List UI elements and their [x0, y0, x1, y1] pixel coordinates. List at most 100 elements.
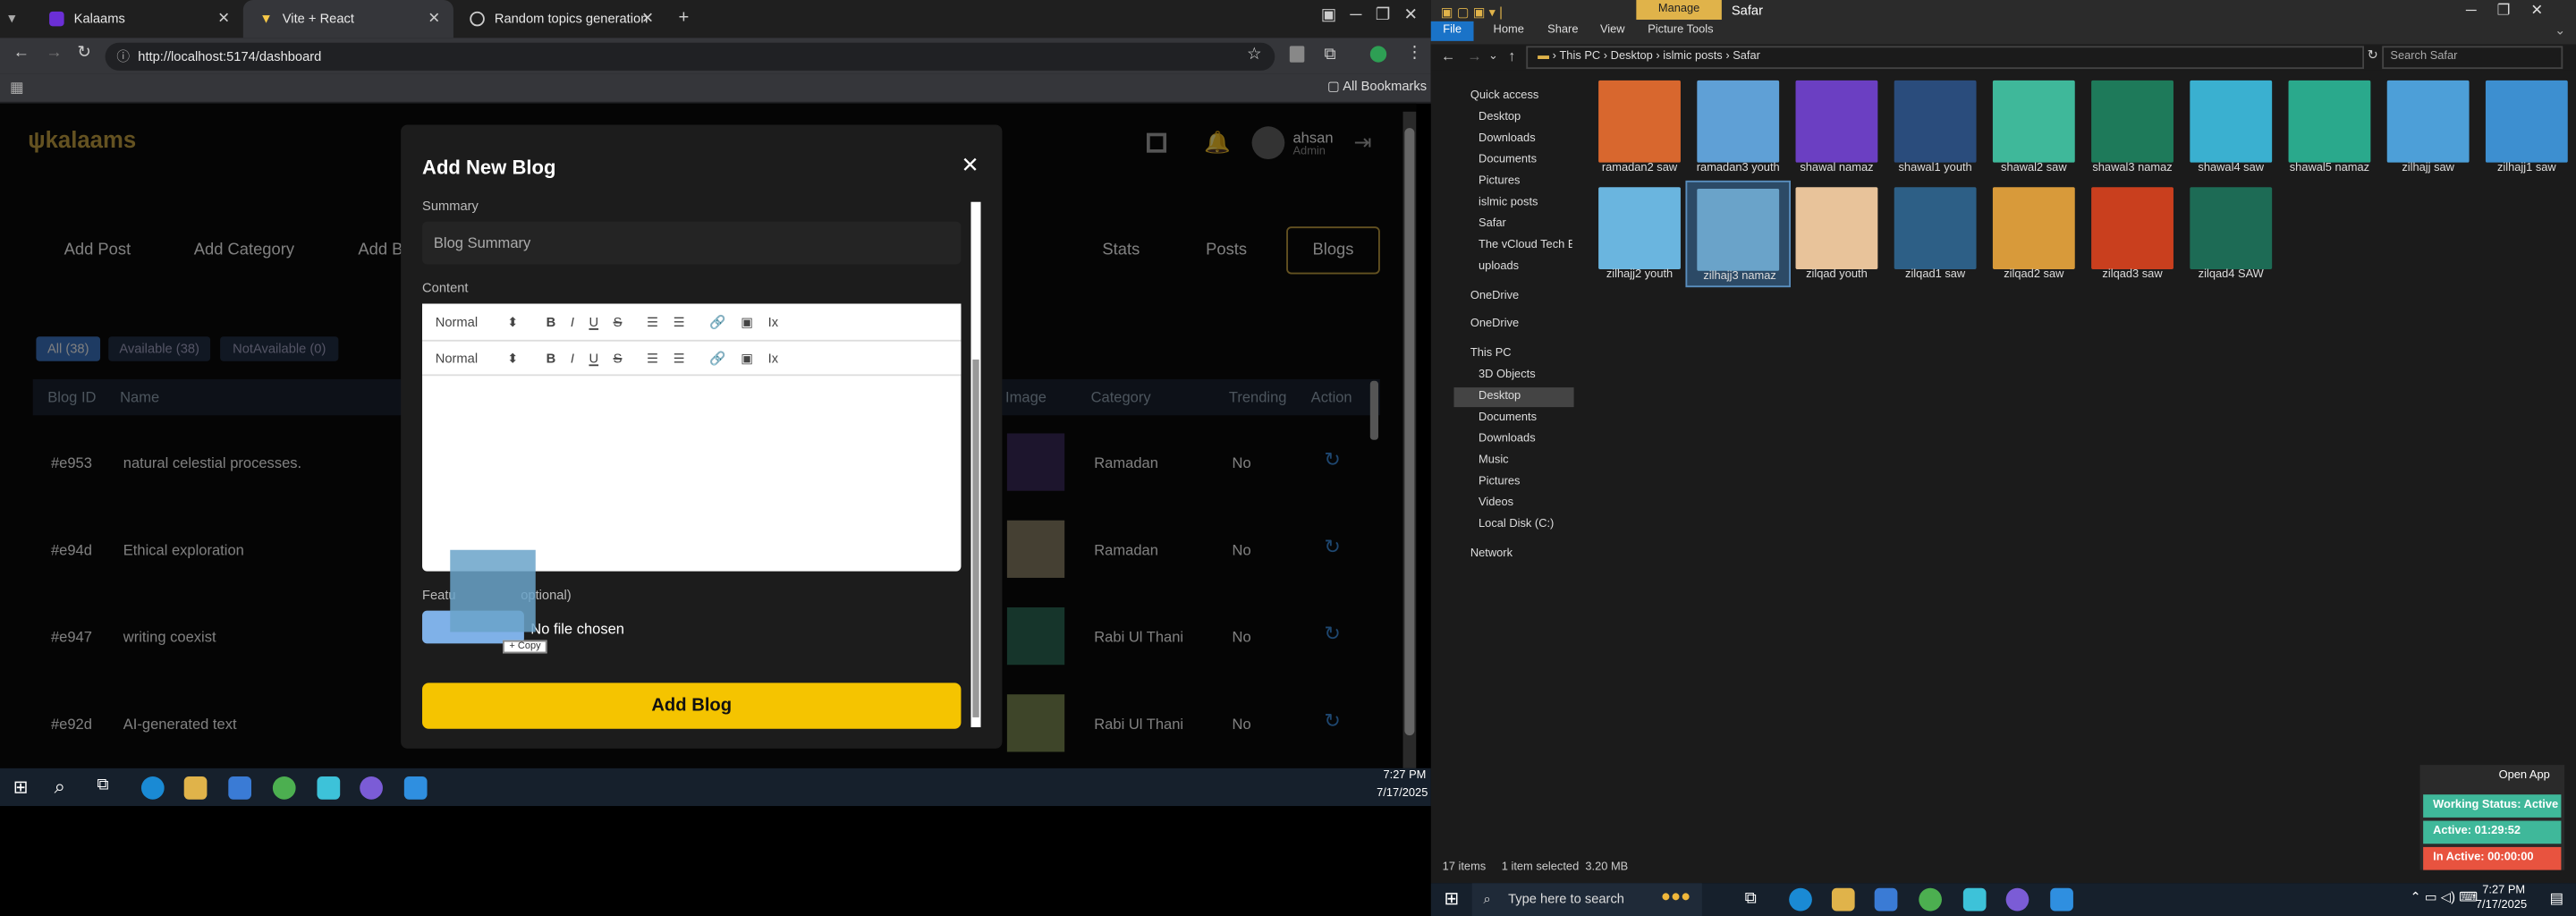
bold-icon[interactable]: B — [547, 314, 556, 329]
nav-item[interactable]: Pictures — [1479, 175, 1520, 187]
up-icon[interactable]: ↑ — [1508, 47, 1515, 64]
close-tab-icon[interactable]: ✕ — [217, 10, 230, 28]
file-item[interactable]: shawal5 namaz — [2277, 74, 2383, 174]
tab-menu-icon[interactable]: ▾ — [8, 10, 15, 28]
forward-icon[interactable]: → — [1467, 47, 1482, 64]
tab-vite-react[interactable]: ▼ Vite + React ✕ — [242, 0, 453, 38]
notification-icon[interactable]: ▤ — [2550, 890, 2564, 908]
file-item[interactable]: shawal3 namaz — [2080, 74, 2185, 174]
nav-item[interactable]: Downloads — [1479, 433, 1536, 445]
bookmark-star-icon[interactable]: ☆ — [1247, 46, 1261, 64]
file-item[interactable]: zilqad2 saw — [1981, 181, 2087, 281]
extensions-icon[interactable]: ⧉ — [1324, 46, 1335, 64]
close-tab-icon[interactable]: ✕ — [428, 10, 440, 28]
chrome-menu-icon[interactable]: ⋮ — [1406, 45, 1422, 63]
profile-avatar[interactable] — [1369, 46, 1387, 63]
image-icon[interactable]: ▣ — [741, 314, 753, 329]
ribbon-expand-icon[interactable]: ⌄ — [2555, 23, 2565, 38]
file-item[interactable]: shawal2 saw — [1981, 74, 2087, 174]
modal-scroll-thumb[interactable] — [972, 359, 979, 717]
store-icon[interactable] — [1874, 887, 1898, 912]
file-explorer-icon[interactable] — [1831, 887, 1855, 912]
minimize-icon[interactable]: ─ — [2466, 2, 2477, 18]
summary-input[interactable]: Blog Summary — [422, 221, 962, 265]
file-menu[interactable]: File — [1430, 21, 1474, 41]
file-item[interactable]: zilqad1 saw — [1883, 181, 1988, 281]
nav-onedrive[interactable]: OneDrive — [1470, 291, 1519, 302]
underline-icon[interactable]: U — [589, 351, 598, 366]
windows-start-icon[interactable]: ⊞ — [13, 776, 29, 798]
back-icon[interactable]: ← — [1441, 47, 1456, 64]
github-icon[interactable] — [360, 776, 383, 800]
app-icon[interactable] — [1962, 887, 1987, 912]
link-icon[interactable]: 🔗 — [709, 351, 725, 366]
home-menu[interactable]: Home — [1494, 25, 1524, 37]
file-item[interactable]: zilqad3 saw — [2080, 181, 2185, 281]
file-item[interactable]: shawal namaz — [1784, 74, 1890, 174]
close-window-icon[interactable]: ✕ — [2530, 2, 2543, 18]
page-scroll-thumb[interactable] — [1404, 128, 1415, 736]
edge-icon[interactable] — [140, 776, 165, 800]
nav-item[interactable]: Safar — [1479, 218, 1506, 230]
tab-kalaams[interactable]: Kalaams ✕ — [33, 0, 243, 38]
ordered-list-icon[interactable]: ☰ — [647, 314, 658, 329]
store-icon[interactable] — [228, 776, 252, 800]
maximize-icon[interactable]: ❐ — [2497, 2, 2511, 18]
nav-item[interactable]: islmic posts — [1479, 197, 1538, 208]
nav-item[interactable]: Downloads — [1479, 133, 1536, 145]
file-item[interactable]: shawal1 youth — [1883, 74, 1988, 174]
nav-item[interactable]: Pictures — [1479, 476, 1520, 488]
file-item-selected[interactable]: zilhajj3 namaz — [1685, 180, 1792, 288]
file-item[interactable]: zilhajj2 youth — [1587, 181, 1692, 281]
nav-item[interactable]: Music — [1479, 454, 1509, 466]
ordered-list-icon[interactable]: ☰ — [647, 351, 658, 366]
format-dropdown-icon[interactable]: ⬍ — [507, 351, 518, 366]
forward-icon[interactable]: → — [46, 45, 62, 63]
format-dropdown-icon[interactable]: ⬍ — [507, 314, 518, 329]
format-select[interactable]: Normal — [436, 314, 478, 329]
search-icon[interactable]: ⌕ — [55, 775, 65, 800]
bullet-list-icon[interactable]: ☰ — [674, 314, 685, 329]
crumb[interactable]: islmic posts — [1663, 51, 1722, 63]
view-menu[interactable]: View — [1600, 25, 1625, 37]
apps-grid-icon[interactable]: ▦ — [10, 79, 24, 97]
extension-puzzle-icon[interactable] — [1289, 46, 1305, 63]
file-item[interactable]: ramadan2 saw — [1587, 74, 1692, 174]
italic-icon[interactable]: I — [571, 351, 574, 366]
crumb[interactable]: Desktop — [1611, 51, 1653, 63]
image-icon[interactable]: ▣ — [741, 351, 753, 366]
italic-icon[interactable]: I — [571, 314, 574, 329]
quick-access-toolbar[interactable]: ▣ ▢ ▣ ▾ | — [1441, 5, 1503, 21]
content-editor[interactable]: Normal ⬍ B I U S ☰ ☰ 🔗 ▣ Ix Normal ⬍ B I U S ☰ ☰ 🔗 ▣ Ix — [422, 303, 962, 572]
task-view-icon[interactable]: ⧉ — [1745, 890, 1757, 908]
nav-item[interactable]: Videos — [1479, 497, 1513, 509]
nav-this-pc[interactable]: This PC — [1470, 348, 1512, 360]
nav-network[interactable]: Network — [1470, 548, 1513, 560]
nav-item[interactable]: 3D Objects — [1479, 369, 1536, 381]
format-select[interactable]: Normal — [436, 351, 478, 366]
clear-format-icon[interactable]: Ix — [768, 314, 778, 329]
back-icon[interactable]: ← — [13, 45, 30, 63]
edge-icon[interactable] — [1789, 887, 1812, 912]
file-item[interactable]: zilhajj1 saw — [2474, 74, 2576, 174]
nav-item[interactable]: Documents — [1479, 412, 1537, 424]
url-bar[interactable]: ⓘ http://localhost:5174/dashboard — [105, 42, 1275, 71]
page-scrollbar[interactable] — [1402, 111, 1417, 768]
github-icon[interactable] — [2005, 887, 2029, 912]
close-window-icon[interactable]: ✕ — [1404, 6, 1418, 24]
explorer-breadcrumb[interactable]: ▬ › This PC › Desktop › islmic posts › S… — [1526, 46, 2365, 70]
nav-quick-access[interactable]: Quick access — [1470, 90, 1538, 102]
file-item[interactable]: zilqad4 SAW — [2178, 181, 2284, 281]
modal-scrollbar[interactable] — [970, 201, 981, 727]
file-item[interactable]: ramadan3 youth — [1685, 74, 1791, 174]
table-scrollbar[interactable] — [1369, 380, 1378, 440]
share-menu[interactable]: Share — [1547, 25, 1578, 37]
open-app-link[interactable]: Open App — [2499, 770, 2550, 782]
nav-onedrive[interactable]: OneDrive — [1470, 318, 1519, 330]
vscode-icon[interactable] — [403, 776, 428, 800]
file-item[interactable]: shawal4 saw — [2178, 74, 2284, 174]
minimize-icon[interactable]: ─ — [1350, 6, 1361, 24]
nav-item[interactable]: Desktop — [1479, 112, 1521, 123]
bullet-list-icon[interactable]: ☰ — [674, 351, 685, 366]
reload-icon[interactable]: ↻ — [77, 45, 90, 63]
